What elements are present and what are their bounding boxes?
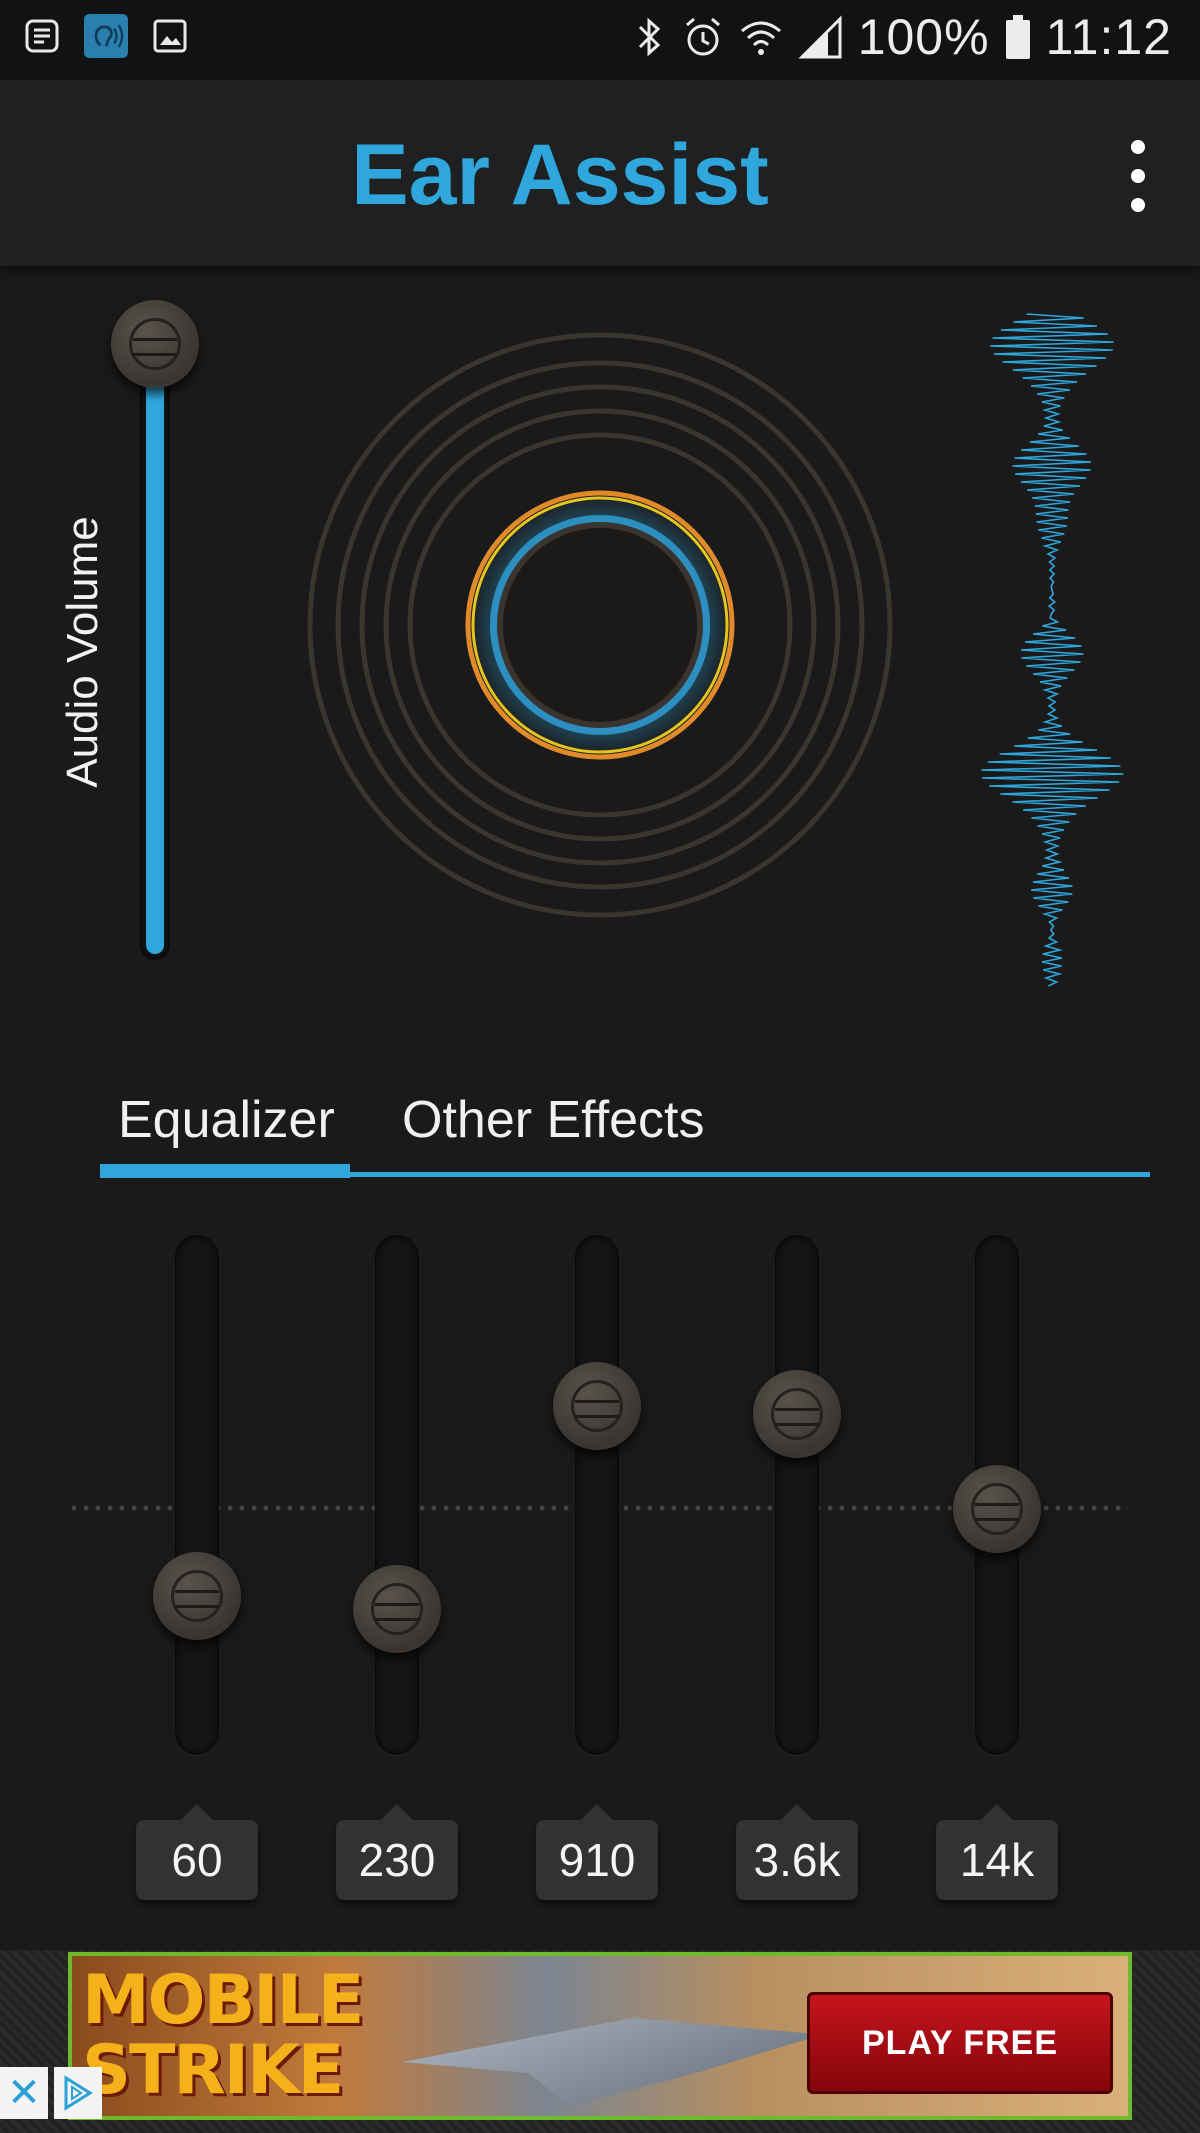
- signal-icon: [798, 15, 842, 59]
- battery-percent: 100%: [857, 9, 990, 65]
- eq-band-slider-230[interactable]: [375, 1235, 419, 1755]
- audio-volume-label: Audio Volume: [58, 516, 107, 788]
- play-free-button[interactable]: PLAY FREE: [807, 1992, 1113, 2094]
- eq-band-knob-230[interactable]: [353, 1564, 441, 1653]
- app-bar: Ear Assist: [0, 80, 1200, 266]
- status-left-icons: [20, 14, 192, 58]
- image-icon: [148, 14, 192, 58]
- eq-band-knob-14k[interactable]: [953, 1465, 1041, 1554]
- ad-choices-icon[interactable]: [54, 2067, 102, 2119]
- status-bar: 100% 11:12: [0, 0, 1200, 80]
- eq-band-knob-60[interactable]: [153, 1551, 241, 1640]
- status-right: 100% 11:12: [632, 8, 1172, 66]
- ear-app-icon: [84, 14, 128, 58]
- audio-volume-knob[interactable]: [111, 300, 199, 388]
- app-title: Ear Assist: [351, 127, 769, 223]
- eq-band-slider-3-6k[interactable]: [775, 1235, 819, 1755]
- ad-title-line1: MOBILE: [82, 1961, 364, 2040]
- tab-other-effects[interactable]: Other Effects: [402, 1090, 705, 1150]
- clock-time: 11:12: [1045, 9, 1172, 65]
- audio-volume-fill: [146, 346, 164, 954]
- menu-dot: [1131, 140, 1145, 154]
- eq-band-slider-910[interactable]: [575, 1235, 619, 1755]
- bluetooth-icon: [638, 17, 660, 57]
- notes-icon: [20, 14, 64, 58]
- ad-title-line2: STRIKE: [82, 2031, 344, 2110]
- ad-area: MOBILE STRIKE PLAY FREE ✕: [0, 1950, 1200, 2133]
- menu-dot: [1131, 169, 1145, 183]
- ad-close-icon[interactable]: ✕: [0, 2067, 48, 2119]
- audio-volume-slider[interactable]: [140, 310, 170, 960]
- battery-icon: [1005, 15, 1030, 59]
- eq-band-knob-910[interactable]: [553, 1361, 641, 1450]
- jet-image: [402, 2018, 822, 2106]
- eq-band-label: 230: [336, 1804, 458, 1900]
- menu-dot: [1131, 198, 1145, 212]
- tab-equalizer[interactable]: Equalizer: [118, 1090, 335, 1150]
- overflow-menu-icon[interactable]: [1122, 140, 1154, 212]
- ad-title: MOBILE STRIKE: [82, 1961, 364, 2110]
- alarm-icon: [685, 17, 720, 56]
- wifi-icon: [740, 21, 781, 55]
- ad-banner[interactable]: MOBILE STRIKE PLAY FREE: [68, 1952, 1132, 2120]
- waveform-line: [981, 313, 1124, 987]
- eq-band-slider-60[interactable]: [175, 1235, 219, 1755]
- eq-band-label: 910: [536, 1804, 658, 1900]
- audio-visualizer-rings: [307, 332, 893, 918]
- tab-selected-indicator: [100, 1164, 350, 1178]
- eq-band-label: 3.6k: [736, 1804, 858, 1900]
- eq-band-label: 14k: [936, 1804, 1058, 1900]
- eq-band-label: 60: [136, 1804, 258, 1900]
- audio-waveform: [981, 313, 1124, 987]
- tab-bar: Equalizer Other Effects: [100, 1080, 1150, 1180]
- eq-band-knob-3-6k[interactable]: [753, 1370, 841, 1459]
